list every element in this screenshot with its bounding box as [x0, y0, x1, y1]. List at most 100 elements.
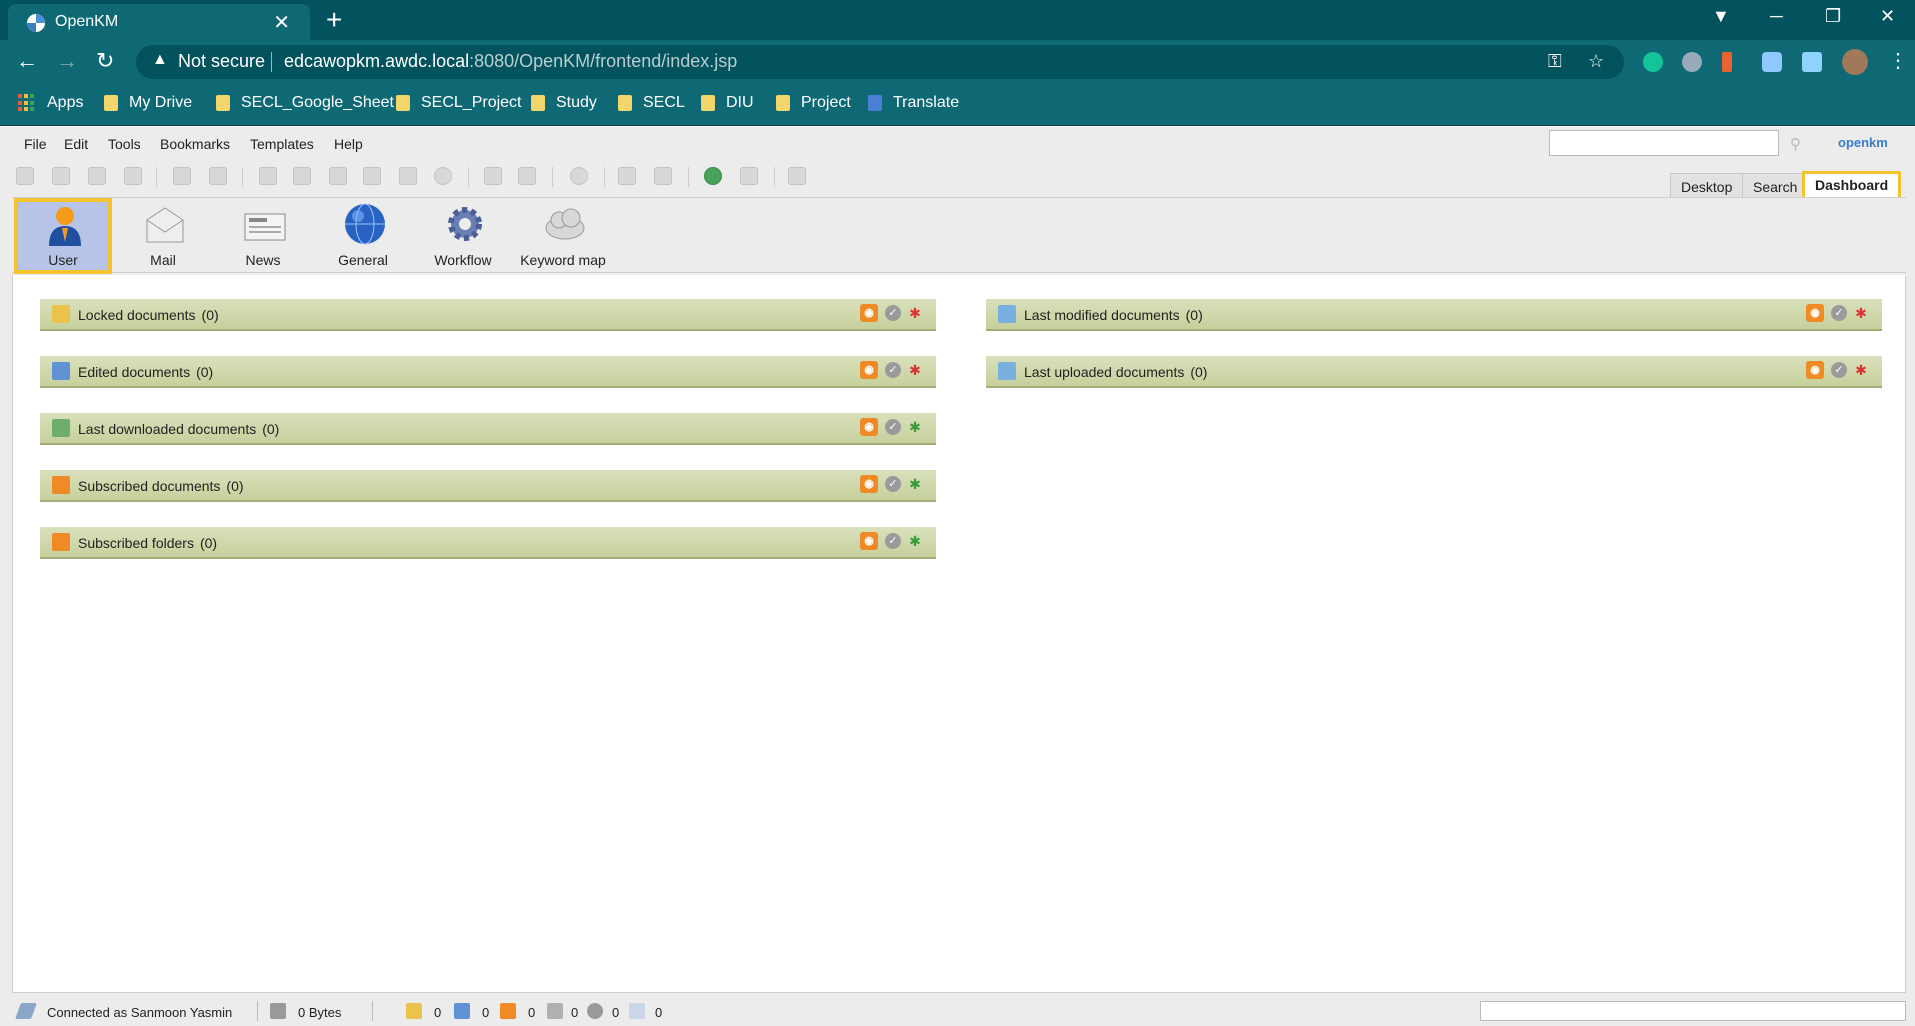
proposed-status-icon[interactable]	[547, 1003, 563, 1019]
back-icon[interactable]: ←	[16, 48, 38, 74]
create-folder-icon[interactable]	[259, 167, 277, 185]
add-document-icon[interactable]	[399, 167, 417, 185]
bookmark-secl-google-sheet[interactable]: SECL_Google_Sheet	[216, 94, 394, 112]
tab-desktop[interactable]: Desktop	[1670, 173, 1744, 199]
menu-templates[interactable]: Templates	[250, 136, 314, 152]
rss-icon[interactable]: ◉	[860, 418, 878, 436]
browser-tab[interactable]: OpenKM ✕	[8, 4, 310, 40]
panel-subscribed-documents[interactable]: Subscribed documents (0) ◉ ✓ ✱	[40, 470, 936, 502]
workflow-status-icon[interactable]	[587, 1003, 603, 1019]
panel-last-uploaded-documents[interactable]: Last uploaded documents (0) ◉ ✓ ✱	[986, 356, 1882, 388]
panel-last-downloaded-documents[interactable]: Last downloaded documents (0) ◉ ✓ ✱	[40, 413, 936, 445]
check-icon[interactable]: ✓	[1831, 305, 1847, 321]
home-icon[interactable]	[740, 167, 758, 185]
address-bar[interactable]: ▲ Not secure edcawopkm.awdc.local:8080/O…	[136, 45, 1624, 79]
bookmark-study[interactable]: Study	[531, 94, 597, 112]
show-icon[interactable]: ✱	[906, 475, 924, 493]
find-folder-icon[interactable]	[16, 167, 34, 185]
remove-subscription-icon[interactable]	[654, 167, 672, 185]
reload-icon[interactable]: ↻	[96, 48, 114, 74]
panel-edited-documents[interactable]: Edited documents (0) ◉ ✓ ✱	[40, 356, 936, 388]
print-icon[interactable]	[124, 167, 142, 185]
browser-menu-icon[interactable]: ⋮	[1888, 48, 1908, 73]
subscribed-status-icon[interactable]	[500, 1003, 516, 1019]
find-similar-icon[interactable]	[88, 167, 106, 185]
forward-icon[interactable]: →	[56, 48, 78, 74]
screen-record-icon[interactable]	[1762, 52, 1782, 72]
new-tab-button[interactable]: +	[326, 4, 342, 36]
cancel-checkout-icon[interactable]	[363, 167, 381, 185]
rss-icon[interactable]: ◉	[860, 361, 878, 379]
show-icon[interactable]: ✱	[906, 532, 924, 550]
lock-icon[interactable]	[173, 167, 191, 185]
checkin-icon[interactable]	[329, 167, 347, 185]
remove-property-group-icon[interactable]	[518, 167, 536, 185]
bookmark-diu[interactable]: DIU	[701, 94, 754, 112]
panel-last-modified-documents[interactable]: Last modified documents (0) ◉ ✓ ✱	[986, 299, 1882, 331]
rss-icon[interactable]: ◉	[860, 532, 878, 550]
hide-icon[interactable]: ✱	[1852, 304, 1870, 322]
dashboard-news-button[interactable]: News	[214, 198, 312, 274]
camera-icon[interactable]	[1682, 52, 1702, 72]
menu-tools[interactable]: Tools	[108, 136, 141, 152]
check-icon[interactable]: ✓	[885, 533, 901, 549]
panel-locked-documents[interactable]: Locked documents (0) ◉ ✓ ✱	[40, 299, 936, 331]
dashboard-keyword-map-button[interactable]: Keyword map	[514, 198, 612, 274]
extension-icon[interactable]	[1722, 52, 1732, 72]
search-icon[interactable]: ⚲	[1790, 135, 1801, 153]
check-icon[interactable]: ✓	[1831, 362, 1847, 378]
hide-icon[interactable]: ✱	[906, 304, 924, 322]
add-property-group-icon[interactable]	[484, 167, 502, 185]
dashboard-user-button[interactable]: User	[14, 198, 112, 274]
rss-icon[interactable]: ◉	[1806, 304, 1824, 322]
dashboard-workflow-button[interactable]: Workflow	[414, 198, 512, 274]
find-document-icon[interactable]	[52, 167, 70, 185]
show-icon[interactable]: ✱	[906, 418, 924, 436]
quick-search-input[interactable]	[1549, 130, 1779, 156]
menu-edit[interactable]: Edit	[64, 136, 88, 152]
menu-bookmarks[interactable]: Bookmarks	[160, 136, 230, 152]
check-icon[interactable]: ✓	[885, 362, 901, 378]
check-icon[interactable]: ✓	[885, 305, 901, 321]
clip-status-icon[interactable]	[629, 1003, 645, 1019]
checkout-icon[interactable]	[293, 167, 311, 185]
dashboard-mail-button[interactable]: Mail	[114, 198, 212, 274]
restore-icon[interactable]: ❐	[1825, 6, 1841, 27]
menu-file[interactable]: File	[24, 136, 47, 152]
export-icon[interactable]	[788, 167, 806, 185]
bookmark-secl[interactable]: SECL	[618, 94, 685, 112]
close-window-icon[interactable]: ✕	[1880, 6, 1895, 27]
delete-icon[interactable]	[434, 167, 452, 185]
workflow-icon[interactable]	[570, 167, 588, 185]
star-icon[interactable]: ☆	[1588, 51, 1604, 72]
dashboard-general-button[interactable]: General	[314, 198, 412, 274]
bookmark-secl-project[interactable]: SECL_Project	[396, 94, 522, 112]
panel-subscribed-folders[interactable]: Subscribed folders (0) ◉ ✓ ✱	[40, 527, 936, 559]
tab-close-icon[interactable]: ✕	[273, 10, 290, 35]
url-text[interactable]: edcawopkm.awdc.local:8080/OpenKM/fronten…	[284, 51, 737, 72]
grammarly-icon[interactable]	[1643, 52, 1663, 72]
check-icon[interactable]: ✓	[885, 419, 901, 435]
minimize-icon[interactable]: ─	[1770, 6, 1783, 27]
check-icon[interactable]: ✓	[885, 476, 901, 492]
puzzle-icon[interactable]	[1802, 52, 1822, 72]
hide-icon[interactable]: ✱	[1852, 361, 1870, 379]
hide-icon[interactable]: ✱	[906, 361, 924, 379]
edited-status-icon[interactable]	[454, 1003, 470, 1019]
rss-icon[interactable]: ◉	[860, 304, 878, 322]
rss-icon[interactable]: ◉	[1806, 361, 1824, 379]
key-icon[interactable]: ⚿	[1548, 51, 1562, 72]
profile-avatar[interactable]	[1842, 49, 1868, 75]
refresh-icon[interactable]	[704, 167, 722, 185]
bookmark-apps[interactable]: Apps	[18, 94, 83, 112]
bookmark-translate[interactable]: Translate	[868, 94, 959, 112]
locked-status-icon[interactable]	[406, 1003, 422, 1019]
tab-search-icon[interactable]: ▼	[1712, 6, 1730, 27]
menu-help[interactable]: Help	[334, 136, 363, 152]
tab-search[interactable]: Search	[1742, 173, 1809, 199]
add-subscription-icon[interactable]	[618, 167, 636, 185]
unlock-icon[interactable]	[209, 167, 227, 185]
bookmark-project[interactable]: Project	[776, 94, 851, 112]
bookmark-my-drive[interactable]: My Drive	[104, 94, 192, 112]
rss-icon[interactable]: ◉	[860, 475, 878, 493]
